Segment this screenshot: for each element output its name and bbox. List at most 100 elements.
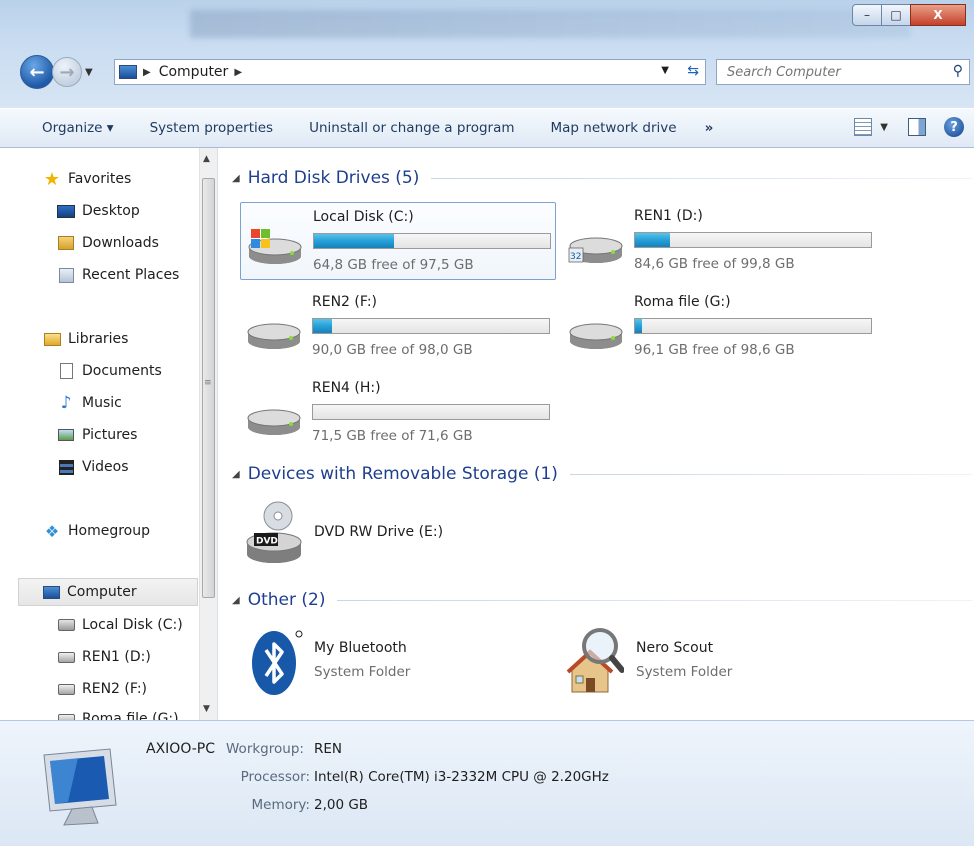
close-button[interactable]: X: [910, 4, 966, 26]
search-icon[interactable]: ⚲: [953, 63, 963, 79]
group-header-hard-disks[interactable]: ◢ Hard Disk Drives (5): [232, 168, 972, 188]
preview-pane-icon[interactable]: [908, 118, 926, 136]
system-drive-icon: [56, 616, 76, 634]
bluetooth-tile[interactable]: My Bluetooth System Folder: [242, 630, 562, 702]
nero-scout-type: System Folder: [636, 664, 733, 680]
breadcrumb-chevron-icon[interactable]: ▶: [234, 67, 242, 78]
group-header-other[interactable]: ◢ Other (2): [232, 590, 972, 610]
nav-label: Local Disk (C:): [82, 617, 183, 633]
background-window-blur: [190, 10, 910, 38]
drive-name: Local Disk (C:): [313, 209, 414, 225]
minimize-button[interactable]: –: [852, 4, 882, 26]
back-button[interactable]: ←: [20, 55, 54, 89]
navigation-pane: ★ Favorites Desktop Downloads Recent Pla…: [0, 148, 218, 720]
nav-documents[interactable]: Documents: [56, 362, 162, 380]
nav-label: Homegroup: [68, 523, 151, 539]
nav-label: Computer: [67, 584, 137, 600]
breadcrumb-separator-icon[interactable]: ▶: [143, 67, 151, 78]
group-title: Devices with Removable Storage (1): [247, 464, 558, 484]
computer-icon: [41, 583, 61, 601]
drive-icon: 32: [568, 237, 623, 263]
address-bar[interactable]: ▶ Computer ▶ ▼ ⇆: [114, 59, 706, 85]
nav-label: Roma file (G:): [82, 711, 179, 720]
view-dropdown-icon[interactable]: ▼: [880, 122, 888, 133]
drive-icon: [56, 680, 76, 698]
group-title: Other (2): [247, 590, 326, 610]
scroll-thumb[interactable]: [202, 178, 215, 598]
drive-usage-bar: [634, 232, 872, 248]
system-properties-button[interactable]: System properties: [132, 120, 292, 136]
drive-free-space: 64,8 GB free of 97,5 GB: [313, 257, 474, 273]
nav-label: Music: [82, 395, 122, 411]
group-title: Hard Disk Drives (5): [247, 168, 420, 188]
map-network-drive-button[interactable]: Map network drive: [533, 120, 695, 136]
libraries-icon: [42, 330, 62, 348]
nav-favorites[interactable]: ★ Favorites: [42, 169, 131, 190]
change-view-icon[interactable]: [854, 118, 873, 136]
collapse-triangle-icon[interactable]: ◢: [232, 595, 240, 606]
drive-name: Roma file (G:): [634, 294, 731, 310]
group-divider: [337, 599, 972, 601]
homegroup-icon: ❖: [44, 521, 60, 541]
nav-pane-scrollbar[interactable]: ▲ ≡ ▼: [199, 148, 217, 720]
help-icon[interactable]: ?: [944, 117, 964, 137]
dvd-drive-icon: DVD: [246, 501, 302, 563]
dvd-drive-tile[interactable]: DVD DVD RW Drive (E:): [242, 500, 562, 570]
nav-desktop[interactable]: Desktop: [56, 202, 140, 220]
view-controls: ▼ ?: [854, 117, 964, 137]
address-dropdown-icon[interactable]: ▼: [661, 65, 669, 76]
nero-scout-tile[interactable]: Nero Scout System Folder: [564, 628, 884, 702]
drive-tile-c[interactable]: Local Disk (C:) 64,8 GB free of 97,5 GB: [240, 202, 556, 280]
nav-pictures[interactable]: Pictures: [56, 426, 137, 444]
drive-name: REN1 (D:): [634, 208, 703, 224]
drive-name: REN2 (F:): [312, 294, 378, 310]
nav-videos[interactable]: Videos: [56, 458, 129, 476]
forward-button[interactable]: →: [52, 57, 82, 87]
refresh-icon[interactable]: ⇆: [687, 63, 699, 79]
nav-local-disk-c[interactable]: Local Disk (C:): [56, 616, 183, 634]
pictures-icon: [56, 426, 76, 444]
drive-tile-f[interactable]: REN2 (F:) 90,0 GB free of 98,0 GB: [240, 288, 556, 366]
breadcrumb-computer[interactable]: Computer: [159, 64, 229, 80]
recent-pages-dropdown[interactable]: ▼: [85, 67, 99, 78]
svg-text:32: 32: [570, 252, 581, 262]
search-box[interactable]: ⚲: [716, 59, 970, 85]
search-input[interactable]: [725, 63, 935, 81]
uninstall-program-button[interactable]: Uninstall or change a program: [291, 120, 532, 136]
group-header-removable[interactable]: ◢ Devices with Removable Storage (1): [232, 464, 972, 484]
music-note-icon: ♪: [60, 393, 72, 413]
collapse-triangle-icon[interactable]: ◢: [232, 469, 240, 480]
processor-value: Intel(R) Core(TM) i3-2332M CPU @ 2.20GHz: [314, 769, 609, 785]
nav-roma-g[interactable]: Roma file (G:): [56, 710, 179, 720]
nav-ren1-d[interactable]: REN1 (D:): [56, 648, 151, 666]
nav-label: Recent Places: [82, 267, 180, 283]
nav-music[interactable]: ♪ Music: [56, 393, 122, 413]
drive-free-space: 71,5 GB free of 71,6 GB: [312, 428, 473, 444]
nav-ren2-f[interactable]: REN2 (F:): [56, 680, 147, 698]
nav-libraries[interactable]: Libraries: [42, 330, 128, 348]
more-commands-button[interactable]: »: [695, 120, 724, 136]
computer-icon: [119, 65, 137, 79]
drive-usage-bar: [312, 404, 550, 420]
drive-icon: [247, 409, 301, 435]
drive-icon: [569, 323, 623, 349]
film-icon: [56, 458, 76, 476]
workgroup-label: Workgroup:: [226, 741, 304, 757]
drive-tile-h[interactable]: REN4 (H:) 71,5 GB free of 71,6 GB: [240, 374, 556, 452]
organize-button[interactable]: Organize ▾: [0, 120, 132, 136]
drive-tile-d[interactable]: 32 REN1 (D:) 84,6 GB free of 99,8 GB: [562, 202, 878, 280]
drive-usage-bar: [634, 318, 872, 334]
nav-downloads[interactable]: Downloads: [56, 234, 159, 252]
collapse-triangle-icon[interactable]: ◢: [232, 173, 240, 184]
nav-computer[interactable]: Computer: [18, 578, 198, 606]
nav-label: Downloads: [82, 235, 159, 251]
drive-usage-bar: [313, 233, 551, 249]
nero-scout-magnifier-icon: [566, 628, 624, 693]
scroll-down-icon[interactable]: ▼: [203, 704, 210, 714]
maximize-button[interactable]: □: [881, 4, 911, 26]
scroll-up-icon[interactable]: ▲: [203, 154, 210, 164]
nav-label: Libraries: [68, 331, 129, 347]
nav-recent-places[interactable]: Recent Places: [56, 266, 179, 284]
drive-tile-g[interactable]: Roma file (G:) 96,1 GB free of 98,6 GB: [562, 288, 878, 366]
nav-homegroup[interactable]: ❖ Homegroup: [42, 521, 151, 541]
